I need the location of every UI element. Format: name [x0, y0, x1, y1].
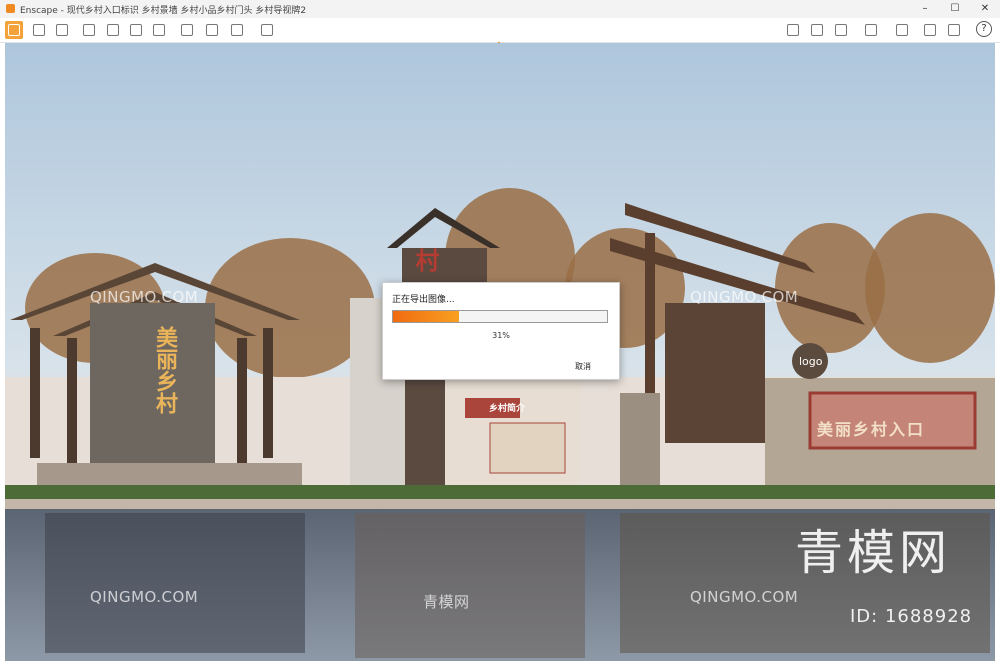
- material-cube-icon: [835, 24, 847, 36]
- close-button[interactable]: ✕: [970, 0, 1000, 18]
- right-gate: [610, 203, 995, 498]
- book-icon: [153, 24, 165, 36]
- view-icon: [924, 24, 936, 36]
- asset-library-icon: [811, 24, 823, 36]
- sign-middle-big-text: 村: [411, 248, 439, 272]
- watermark-brand: 青模网: [423, 593, 470, 611]
- atmosphere-icon: [865, 24, 877, 36]
- progress-fill: [393, 311, 460, 322]
- bim-button[interactable]: [53, 21, 71, 39]
- toolbar: ⌃: [0, 18, 1000, 52]
- watermark-text: QINGMO.COM: [90, 588, 199, 606]
- export-button[interactable]: [258, 21, 276, 39]
- sign-right-text: 美丽乡村入口: [817, 420, 926, 439]
- building-icon: [130, 24, 142, 36]
- window-title: Enscape - 现代乡村入口标识 乡村景墙 乡村小品乡村门头 乡村导视牌2: [20, 6, 307, 16]
- atmosphere-button[interactable]: [862, 21, 880, 39]
- logo-text: logo: [799, 355, 823, 368]
- reflection: [45, 513, 305, 653]
- sign-middle-small-text: 乡村简介: [489, 404, 526, 414]
- watermark-id: ID: 1688928: [850, 606, 973, 627]
- export-icon: [261, 24, 273, 36]
- home-button[interactable]: [5, 21, 23, 39]
- book-button[interactable]: [150, 21, 168, 39]
- cube-icon: [107, 24, 119, 36]
- export-dialog: 正在导出图像... 31% 取消: [382, 282, 620, 380]
- walkway: [5, 499, 995, 509]
- progress-percent: 31%: [492, 331, 510, 340]
- watermark-text: QINGMO.COM: [690, 288, 799, 306]
- help-icon[interactable]: ?: [976, 21, 992, 37]
- settings-button[interactable]: [945, 21, 963, 39]
- cancel-button[interactable]: 取消: [575, 361, 591, 372]
- home-icon: [8, 24, 20, 36]
- enscape-logo-icon: [6, 4, 15, 13]
- watermark-text: QINGMO.COM: [90, 288, 199, 306]
- capture-icon: [896, 24, 908, 36]
- bim-icon: [56, 24, 68, 36]
- map-icon: [787, 24, 799, 36]
- map-button[interactable]: [784, 21, 802, 39]
- binoculars-icon: [83, 24, 95, 36]
- minimize-button[interactable]: –: [910, 0, 940, 18]
- watermark-brand-large: 青模网: [795, 525, 952, 581]
- video-editor-button[interactable]: [178, 21, 196, 39]
- batch-render-icon: [231, 24, 243, 36]
- cube-button[interactable]: [104, 21, 122, 39]
- dialog-title: 正在导出图像...: [392, 295, 455, 305]
- batch-render-button[interactable]: [228, 21, 246, 39]
- material-button[interactable]: [832, 21, 850, 39]
- export-progress-bar: [392, 310, 608, 323]
- measure-button[interactable]: [30, 21, 48, 39]
- camera-button[interactable]: [203, 21, 221, 39]
- asset-library-button[interactable]: [808, 21, 826, 39]
- sign-left-text: 美丽乡村: [152, 326, 177, 414]
- title-bar: Enscape - 现代乡村入口标识 乡村景墙 乡村小品乡村门头 乡村导视牌2 …: [0, 0, 1000, 19]
- camera-icon: [206, 24, 218, 36]
- reflection: [355, 513, 585, 658]
- maximize-button[interactable]: ☐: [940, 0, 970, 18]
- binoculars-button[interactable]: [80, 21, 98, 39]
- view-button[interactable]: [921, 21, 939, 39]
- capture-button[interactable]: [893, 21, 911, 39]
- building-button[interactable]: [127, 21, 145, 39]
- measure-icon: [33, 24, 45, 36]
- watermark-text: QINGMO.COM: [690, 588, 799, 606]
- video-editor-icon: [181, 24, 193, 36]
- settings-icon: [948, 24, 960, 36]
